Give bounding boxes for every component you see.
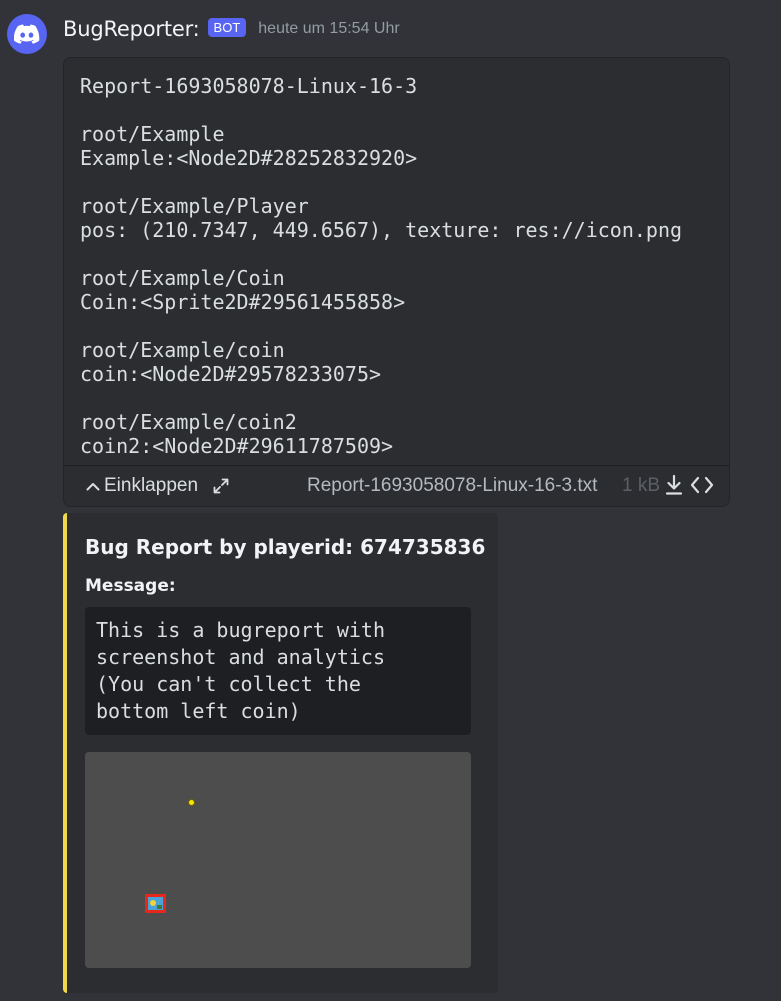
file-size: 1 kB	[622, 475, 661, 496]
embed-field-value: This is a bugreport with screenshot and …	[85, 607, 471, 735]
avatar[interactable]	[7, 14, 47, 54]
collapse-button[interactable]: Einklappen	[86, 475, 198, 497]
chat-message: BugReporter: BOT heute um 15:54 Uhr Repo…	[0, 0, 781, 1001]
embed-field-name: Message:	[85, 576, 176, 596]
file-footer: Einklappen Report-1693058078-Linux-16-3.…	[64, 465, 729, 506]
file-attachment: Report-1693058078-Linux-16-3 root/Exampl…	[63, 57, 730, 507]
discord-logo-icon	[14, 24, 40, 44]
coin-sprite	[188, 799, 195, 806]
download-icon[interactable]	[664, 474, 684, 496]
message-header: BugReporter: BOT heute um 15:54 Uhr	[63, 14, 400, 44]
file-name[interactable]: Report-1693058078-Linux-16-3.txt	[307, 475, 597, 497]
player-sprite	[145, 894, 166, 913]
chevron-up-icon	[86, 483, 100, 491]
file-content: Report-1693058078-Linux-16-3 root/Exampl…	[80, 74, 683, 458]
username[interactable]: BugReporter:	[63, 17, 200, 41]
code-icon[interactable]	[690, 474, 714, 496]
collapse-label: Einklappen	[104, 475, 199, 496]
embed-screenshot-image[interactable]	[85, 752, 471, 968]
embed: Bug Report by playerid: 674735836 Messag…	[63, 513, 498, 993]
expand-arrows-icon[interactable]	[212, 477, 230, 495]
bot-tag: BOT	[207, 17, 247, 37]
timestamp[interactable]: heute um 15:54 Uhr	[258, 20, 399, 38]
embed-title: Bug Report by playerid: 674735836	[85, 535, 486, 559]
